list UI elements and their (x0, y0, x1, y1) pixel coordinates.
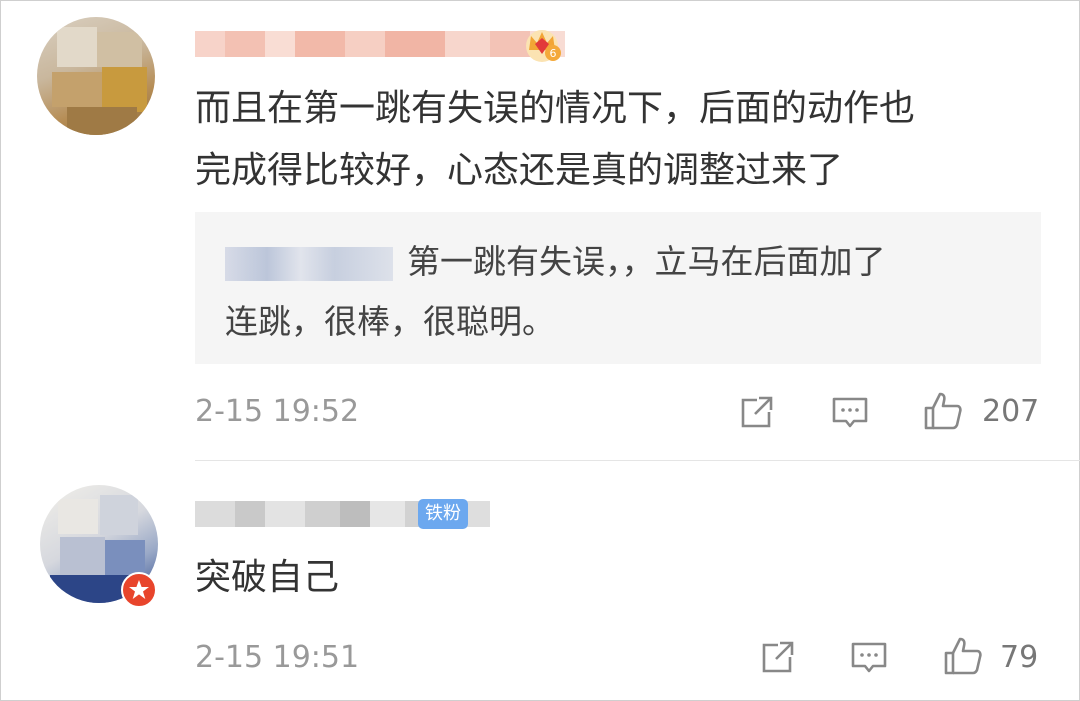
quoted-username-blurred[interactable] (225, 246, 393, 281)
share-icon[interactable] (756, 637, 798, 679)
comment-text: 突破自己 (195, 557, 340, 598)
username[interactable] (195, 24, 565, 64)
quoted-text: 第一跳有失误，，立马在后面加了 (407, 242, 886, 281)
comment-text-line: 完成得比较好，心态还是真的调整过来了 (195, 150, 844, 191)
share-icon[interactable] (735, 392, 777, 434)
comment-text-line: 而且在第一跳有失误的情况下，后面的动作也 (195, 88, 916, 129)
timestamp: 2-15 19:51 (195, 640, 360, 675)
like-count: 207 (982, 394, 1040, 429)
divider (195, 460, 1080, 461)
username-blurred (195, 31, 565, 57)
timestamp: 2-15 19:52 (195, 394, 360, 429)
avatar[interactable] (37, 17, 155, 135)
fan-badge: 铁粉 (418, 499, 468, 529)
reply-icon[interactable] (829, 392, 871, 434)
quoted-reply[interactable]: 第一跳有失误，，立马在后面加了 连跳，很棒，很聪明。 (195, 212, 1041, 364)
crown-icon: 6 (520, 22, 564, 66)
reply-icon[interactable] (848, 637, 890, 679)
like-count: 79 (1000, 640, 1039, 675)
vip-star-icon (121, 572, 157, 608)
like-icon[interactable] (922, 390, 964, 432)
comment-text: 而且在第一跳有失误的情况下，后面的动作也 完成得比较好，心态还是真的调整过来了 (195, 83, 1055, 197)
svg-text:6: 6 (550, 47, 557, 60)
comment-item: 6 而且在第一跳有失误的情况下，后面的动作也 完成得比较好，心态还是真的调整过来… (0, 0, 1080, 460)
quoted-text: 连跳，很棒，很聪明。 (225, 302, 555, 341)
like-icon[interactable] (942, 635, 984, 677)
